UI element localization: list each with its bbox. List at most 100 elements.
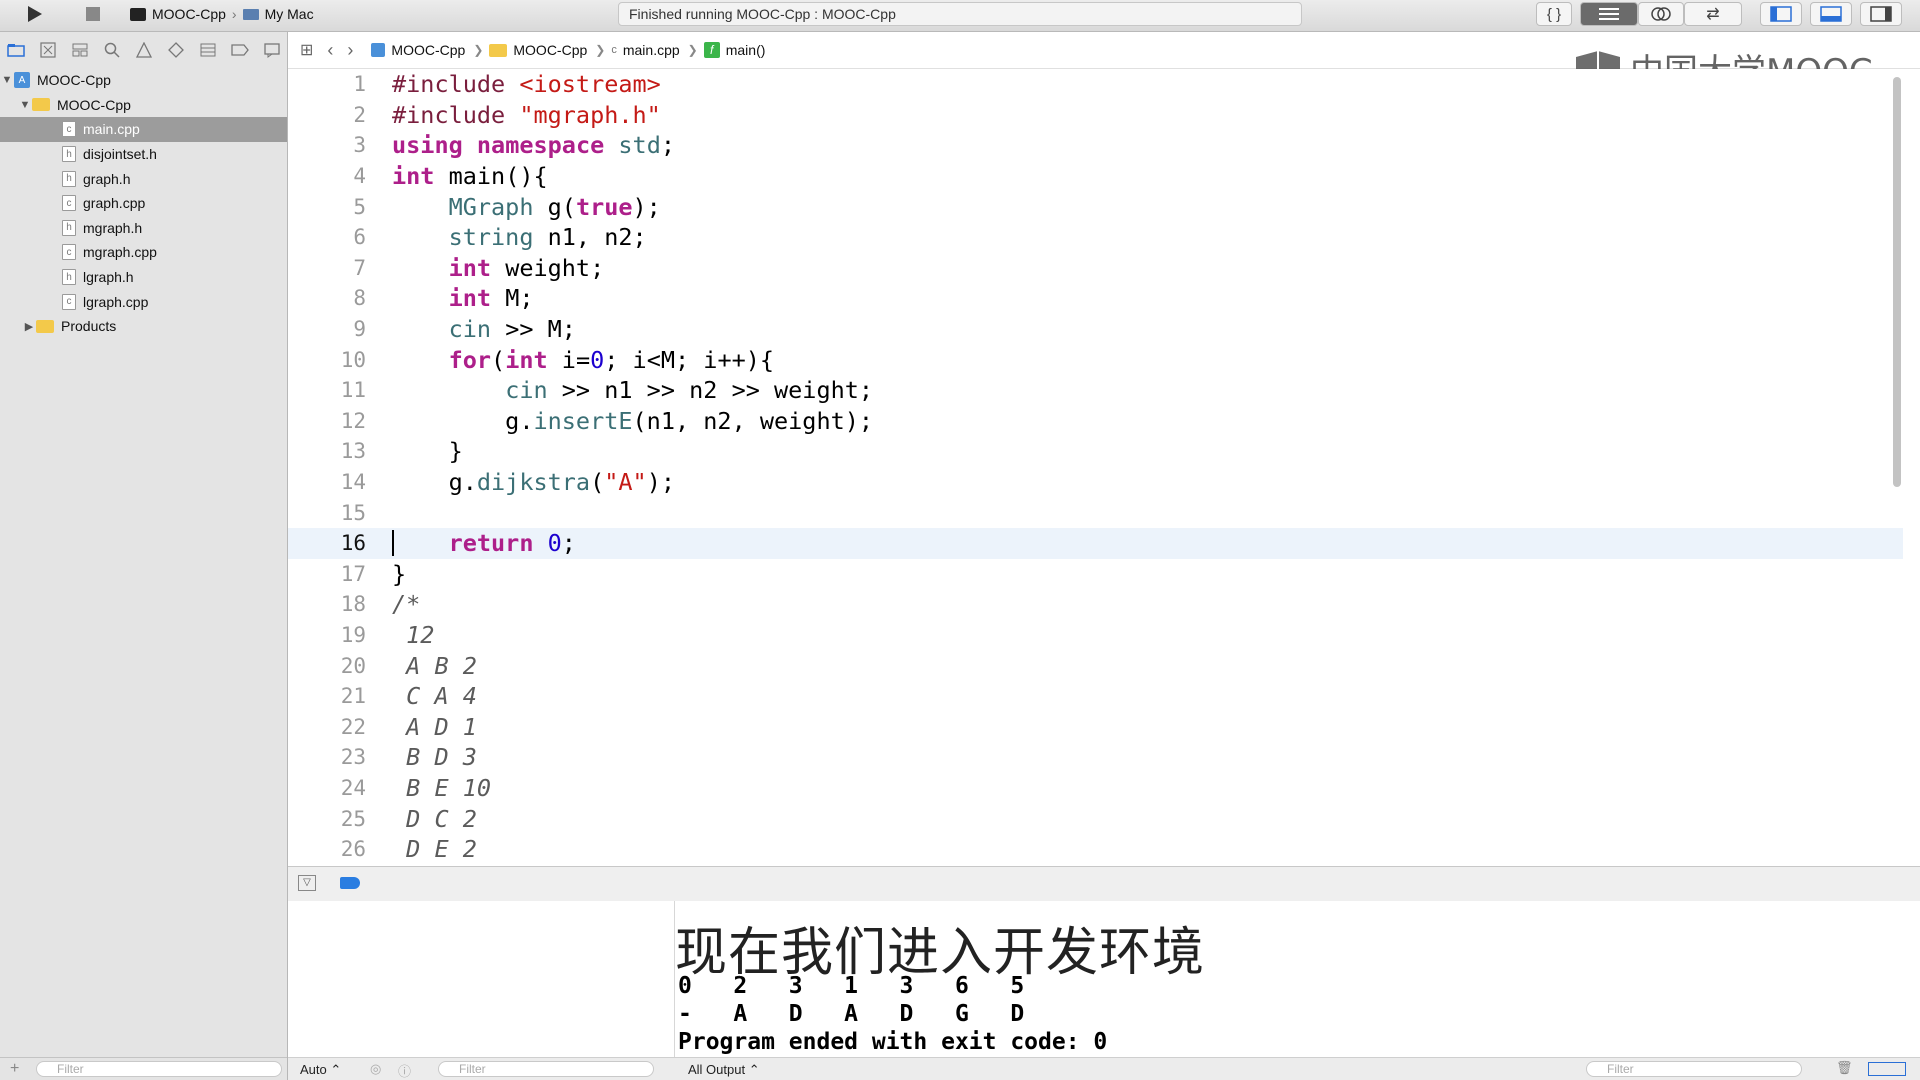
breadcrumb-file[interactable]: c main.cpp — [611, 42, 679, 58]
arrows-icon: ⇄ — [1706, 6, 1720, 23]
hide-debug-area-icon[interactable]: ▽ — [298, 875, 316, 891]
library-button[interactable]: { } — [1536, 2, 1572, 26]
code-text: #include <iostream> — [392, 70, 661, 99]
debug-bottom-bar: Auto ⌃ ◎ ⓘ Filter All Output ⌃ Filter 🗑 — [288, 1057, 1920, 1080]
standard-editor-button[interactable] — [1580, 2, 1638, 26]
trash-icon[interactable]: 🗑 — [1836, 1060, 1853, 1076]
window-toolbar: MOOC-Cpp › My Mac Finished running MOOC-… — [0, 0, 1920, 32]
code-text: #include "mgraph.h" — [392, 100, 661, 129]
code-text: for(int i=0; i<M; i++){ — [448, 345, 775, 374]
console-filter-field[interactable]: Filter — [1586, 1061, 1802, 1077]
add-icon[interactable]: + — [10, 1060, 19, 1078]
debug-tab-icon[interactable] — [196, 38, 220, 62]
file-row-main-cpp[interactable]: c main.cpp — [0, 117, 287, 142]
editor-scrollbar[interactable] — [1893, 77, 1901, 487]
scheme-device: My Mac — [264, 6, 314, 22]
code-text: string n1, n2; — [448, 223, 647, 252]
left-panel-icon — [1770, 6, 1792, 22]
bottom-panel-icon — [1820, 6, 1842, 22]
file-row-lgraph-cpp[interactable]: c lgraph.cpp — [0, 289, 287, 314]
navigator-filter-field[interactable]: Filter — [36, 1061, 282, 1077]
code-line: 18 /* — [288, 589, 1903, 620]
back-icon[interactable]: ‹ — [327, 40, 333, 61]
console-output-row-2: - A D A D G D — [678, 1001, 1025, 1027]
activity-status: Finished running MOOC-Cpp : MOOC-Cpp — [618, 2, 1302, 26]
search-icon[interactable] — [100, 38, 124, 62]
disclosure-open-icon[interactable]: ▼ — [18, 99, 32, 111]
eye-icon[interactable]: ◎ — [370, 1061, 381, 1077]
file-row-mgraph-h[interactable]: h mgraph.h — [0, 216, 287, 241]
products-row[interactable]: ▶ Products — [0, 314, 287, 339]
file-row-disjointset-h[interactable]: h disjointset.h — [0, 142, 287, 167]
line-number: 11 — [340, 378, 366, 403]
line-number: 14 — [340, 470, 366, 495]
project-icon: A — [14, 72, 30, 89]
toggle-inspector-button[interactable] — [1860, 2, 1902, 26]
video-subtitle: 现在我们进入开发环境 — [675, 923, 1206, 983]
code-line: 24 B E 10 — [288, 773, 1903, 804]
output-select[interactable]: All Output ⌃ — [688, 1062, 760, 1078]
group-name: MOOC-Cpp — [57, 96, 131, 113]
disclosure-open-icon[interactable]: ▼ — [0, 74, 14, 86]
code-line: 8 int M; — [288, 283, 1903, 314]
cpp-file-icon: c — [62, 244, 76, 261]
line-number: 7 — [353, 255, 366, 280]
project-row[interactable]: ▼ A MOOC-Cpp — [0, 68, 287, 93]
scheme-target: MOOC-Cpp — [152, 6, 226, 22]
forward-icon[interactable]: › — [347, 40, 353, 61]
breadcrumb-group[interactable]: MOOC-Cpp — [489, 42, 587, 58]
code-line: 19 12 — [288, 620, 1903, 651]
auto-variables-select[interactable]: Auto ⌃ — [300, 1062, 341, 1078]
folder-tab-icon[interactable] — [4, 38, 28, 62]
chevron-right-icon: ❯ — [473, 43, 484, 57]
run-button[interactable] — [14, 1, 54, 27]
toggle-navigator-button[interactable] — [1760, 2, 1802, 26]
file-row-mgraph-cpp[interactable]: c mgraph.cpp — [0, 240, 287, 265]
header-file-icon: h — [62, 146, 76, 163]
cpp-file-icon: c — [62, 195, 76, 212]
code-text: cin >> M; — [448, 315, 576, 344]
variables-filter-field[interactable]: Filter — [438, 1061, 654, 1077]
status-text: Finished running MOOC-Cpp : MOOC-Cpp — [629, 6, 896, 22]
group-row[interactable]: ▼ MOOC-Cpp — [0, 93, 287, 118]
stop-button[interactable] — [76, 1, 110, 27]
scheme-selector[interactable]: MOOC-Cpp › My Mac — [130, 2, 314, 26]
split-view-icon[interactable] — [1868, 1062, 1906, 1076]
toggle-debug-button[interactable] — [1810, 2, 1852, 26]
assistant-editor-button[interactable] — [1638, 2, 1684, 26]
code-line: 11 cin >> n1 >> n2 >> weight; — [288, 375, 1903, 406]
stop-icon — [86, 7, 100, 21]
breadcrumb-function[interactable]: f main() — [703, 42, 766, 58]
line-number: 1 — [353, 72, 366, 97]
source-control-tab-icon[interactable] — [36, 38, 60, 62]
breadcrumb-project[interactable]: MOOC-Cpp — [371, 42, 465, 58]
line-number: 20 — [340, 653, 366, 678]
line-number: 21 — [340, 684, 366, 709]
code-line: 1 #include <iostream> — [288, 69, 1903, 100]
related-items-icon[interactable]: ⊞ — [300, 40, 313, 60]
breadcrumb-label: main() — [725, 42, 766, 58]
test-icon[interactable] — [164, 38, 188, 62]
version-editor-button[interactable]: ⇄ — [1684, 2, 1742, 26]
file-row-graph-h[interactable]: h graph.h — [0, 166, 287, 191]
code-text: MGraph g(true); — [448, 192, 661, 221]
info-icon[interactable]: ⓘ — [398, 1061, 411, 1080]
breakpoint-tab-icon[interactable] — [228, 38, 252, 62]
line-number: 17 — [340, 561, 366, 586]
folder-icon — [36, 319, 54, 333]
code-line: 22 A D 1 — [288, 712, 1903, 743]
source-editor[interactable]: 1 #include <iostream> 2 #include "mgraph.h… — [288, 69, 1903, 865]
code-line: 3 using namespace std; — [288, 130, 1903, 161]
file-row-lgraph-h[interactable]: h lgraph.h — [0, 265, 287, 290]
line-number: 2 — [353, 102, 366, 127]
breakpoints-toggle-icon[interactable] — [340, 877, 360, 889]
filter-placeholder: Filter — [459, 1062, 486, 1076]
disclosure-closed-icon[interactable]: ▶ — [22, 320, 36, 333]
warning-icon[interactable] — [132, 38, 156, 62]
symbol-tab-icon[interactable] — [68, 38, 92, 62]
products-name: Products — [61, 318, 117, 335]
report-tab-icon[interactable] — [260, 38, 284, 62]
code-line: 13 } — [288, 436, 1903, 467]
code-text: B E 10 — [392, 774, 492, 803]
file-row-graph-cpp[interactable]: c graph.cpp — [0, 191, 287, 216]
